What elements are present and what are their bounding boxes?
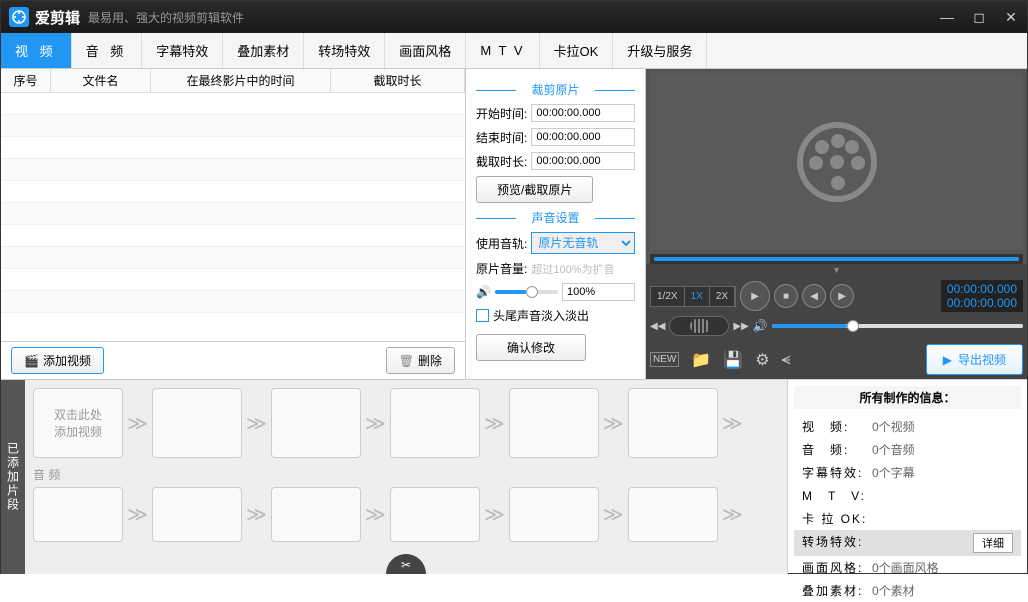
forward-button[interactable]: ▶▶: [733, 321, 748, 332]
clip-slot[interactable]: [271, 388, 361, 458]
tab-transition[interactable]: 转场特效: [304, 33, 385, 68]
col-duration: 截取时长: [331, 69, 465, 92]
timeline-area: 双击此处 添加视频 ≫ ≫ ≫ ≫ ≫ ≫ 音 频 ≫ ≫ ≫ ≫ ≫ ≫ ✂: [25, 380, 787, 574]
jog-wheel[interactable]: [669, 316, 729, 336]
app-subtitle: 最易用、强大的视频剪辑软件: [88, 9, 244, 26]
progress-bar[interactable]: [650, 254, 1023, 264]
clip-slot[interactable]: [628, 388, 718, 458]
crop-panel: 裁剪原片 开始时间: 结束时间: 截取时长: 预览/截取原片 声音设置 使用音轨…: [466, 69, 646, 379]
close-button[interactable]: ✕: [1003, 9, 1019, 25]
titlebar: 爱剪辑 最易用、强大的视频剪辑软件 — ◻ ✕: [1, 1, 1027, 33]
timeline-vtab[interactable]: 已添加片段: [1, 380, 25, 574]
save-icon[interactable]: 💾: [723, 350, 743, 370]
rewind-button[interactable]: ◀◀: [650, 321, 665, 332]
chevron-down-icon[interactable]: ▼: [646, 264, 1027, 276]
timecode-display: 00:00:00.000 00:00:00.000: [941, 280, 1023, 312]
audio-track-select[interactable]: 原片无音轨: [531, 232, 635, 254]
tab-style[interactable]: 画面风格: [385, 33, 466, 68]
audio-title: 声音设置: [476, 209, 635, 226]
audio-slot[interactable]: [152, 487, 242, 542]
info-panel: 所有制作的信息： 视 频:0个视频音 频:0个音频字幕特效:0个字幕M T V:…: [787, 380, 1027, 574]
prev-frame-button[interactable]: ◀: [802, 284, 826, 308]
info-row: 音 频:0个音频: [794, 438, 1021, 461]
app-logo-icon: [9, 7, 29, 27]
col-index: 序号: [1, 69, 51, 92]
main-tabs: 视 频 音 频 字幕特效 叠加素材 转场特效 画面风格 M T V 卡拉OK 升…: [1, 33, 1027, 69]
speed-1x[interactable]: 1X: [685, 287, 710, 306]
tab-mtv[interactable]: M T V: [466, 33, 539, 68]
info-row: M T V:: [794, 484, 1021, 507]
volume-icon: 🔊: [476, 285, 491, 299]
trash-icon: 🗑: [399, 354, 414, 368]
speed-half[interactable]: 1/2X: [651, 287, 685, 306]
audio-slot[interactable]: [271, 487, 361, 542]
info-row: 画面风格:0个画面风格: [794, 556, 1021, 579]
confirm-button[interactable]: 确认修改: [476, 334, 586, 361]
clip-list-panel: 序号 文件名 在最终影片中的时间 截取时长 🎬 添加视频 🗑 删除: [1, 69, 466, 379]
new-icon[interactable]: NEW: [650, 352, 679, 367]
fade-checkbox[interactable]: [476, 309, 489, 322]
info-row: 卡 拉 OK:: [794, 507, 1021, 530]
tab-video[interactable]: 视 频: [1, 33, 72, 68]
minimize-button[interactable]: —: [939, 9, 955, 25]
export-button[interactable]: ▶ 导出视频: [926, 344, 1023, 375]
settings-icon[interactable]: ⚙: [755, 350, 769, 370]
add-video-button[interactable]: 🎬 添加视频: [11, 347, 104, 374]
maximize-button[interactable]: ◻: [971, 9, 987, 25]
info-row: 转场特效:详细: [794, 530, 1021, 556]
audio-slot[interactable]: [390, 487, 480, 542]
duration-input[interactable]: [531, 152, 635, 170]
tab-subtitle[interactable]: 字幕特效: [142, 33, 223, 68]
detail-button[interactable]: 详细: [973, 533, 1013, 553]
delete-button[interactable]: 🗑 删除: [386, 347, 455, 374]
clip-slot[interactable]: [509, 388, 599, 458]
info-row: 字幕特效:0个字幕: [794, 461, 1021, 484]
clip-table-body[interactable]: [1, 93, 465, 341]
info-title: 所有制作的信息：: [794, 386, 1021, 409]
add-clip-placeholder[interactable]: 双击此处 添加视频: [33, 388, 123, 458]
start-time-input[interactable]: [531, 104, 635, 122]
audio-slot[interactable]: [33, 487, 123, 542]
crop-title: 裁剪原片: [476, 81, 635, 98]
clip-slot[interactable]: [390, 388, 480, 458]
volume-icon-2: 🔊: [753, 319, 768, 333]
play-button[interactable]: ▶: [740, 281, 770, 311]
preview-volume-slider[interactable]: [772, 324, 1023, 328]
audio-slot[interactable]: [509, 487, 599, 542]
app-title: 爱剪辑: [35, 7, 80, 28]
info-row: 视 频:0个视频: [794, 415, 1021, 438]
tab-karaoke[interactable]: 卡拉OK: [540, 33, 614, 68]
speed-2x[interactable]: 2X: [710, 287, 735, 306]
tab-upgrade[interactable]: 升级与服务: [613, 33, 707, 68]
reel-icon: [797, 122, 877, 202]
speed-selector: 1/2X 1X 2X: [650, 286, 736, 307]
tab-overlay[interactable]: 叠加素材: [223, 33, 304, 68]
video-preview[interactable]: [650, 73, 1023, 250]
next-frame-button[interactable]: ▶: [830, 284, 854, 308]
audio-track-label: 音 频: [33, 466, 779, 483]
audio-slot[interactable]: [628, 487, 718, 542]
scissors-button[interactable]: ✂: [386, 554, 426, 574]
preview-crop-button[interactable]: 预览/截取原片: [476, 176, 593, 203]
stop-button[interactable]: ■: [774, 284, 798, 308]
arrow-icon: ≫: [127, 411, 148, 436]
col-time: 在最终影片中的时间: [151, 69, 331, 92]
volume-value[interactable]: [562, 283, 635, 301]
info-row: 叠加素材:0个素材: [794, 579, 1021, 602]
open-icon[interactable]: 📁: [691, 350, 711, 370]
col-filename: 文件名: [51, 69, 151, 92]
tab-audio[interactable]: 音 频: [72, 33, 143, 68]
export-icon: ▶: [943, 353, 952, 367]
film-icon: 🎬: [24, 354, 39, 368]
end-time-input[interactable]: [531, 128, 635, 146]
share-icon[interactable]: ⪪: [782, 351, 791, 369]
volume-slider[interactable]: [495, 290, 558, 294]
clip-slot[interactable]: [152, 388, 242, 458]
preview-panel: ▼ 1/2X 1X 2X ▶ ■ ◀ ▶ 00:00:00.000 00:00:…: [646, 69, 1027, 379]
